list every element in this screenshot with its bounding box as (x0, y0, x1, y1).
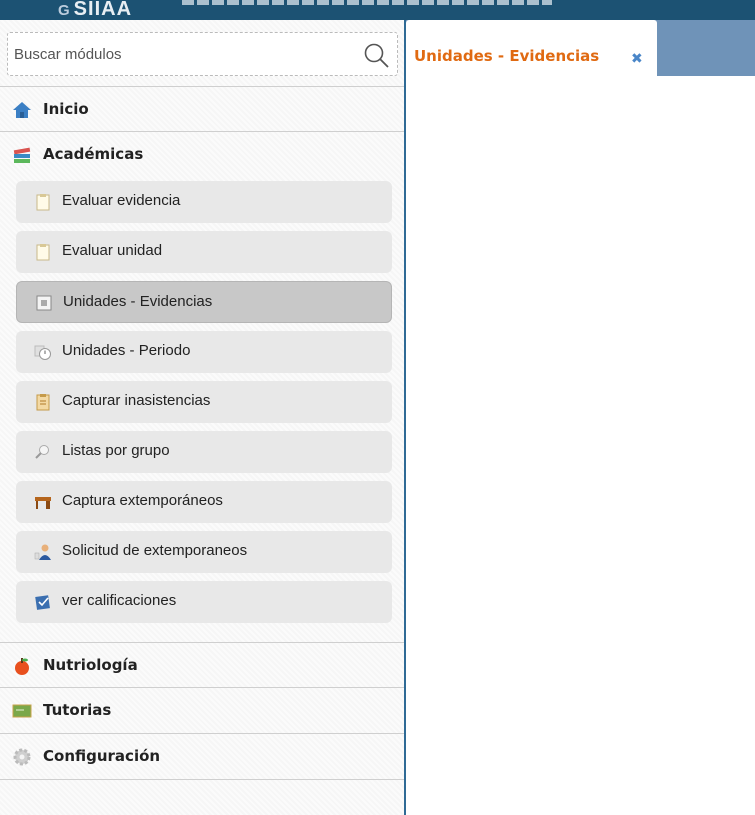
search-icon[interactable] (363, 42, 389, 68)
sidebar-section-tutorias[interactable]: Tutorias (0, 688, 404, 734)
sidebar-section-label: Configuración (43, 747, 161, 765)
sidebar-item-label: Unidades - Evidencias (63, 293, 213, 310)
sidebar-section-label: Tutorias (43, 701, 112, 719)
sidebar-item-unidades-periodo[interactable]: Unidades - Periodo (16, 331, 392, 373)
desk-icon (35, 497, 51, 509)
app-logo: G SIIAA (58, 0, 132, 20)
sidebar-item-label: Evaluar unidad (62, 242, 163, 259)
clock-icon (34, 345, 51, 360)
sidebar-section-configuracion[interactable]: Configuración (0, 734, 404, 780)
grades-icon (35, 595, 50, 610)
sidebar-item-captura-extemporaneos[interactable]: Captura extemporáneos (16, 481, 392, 523)
board-icon (12, 704, 32, 718)
tab-bar: Unidades - Evidencias ✖ (406, 20, 755, 76)
sidebar: Inicio Académicas Evaluar evidencia Eval… (0, 20, 406, 815)
sidebar-section-label: Nutriología (43, 656, 138, 674)
sidebar-section-nutriologia[interactable]: Nutriología (0, 642, 404, 688)
document-icon (36, 295, 52, 311)
sidebar-item-solicitud-extemporaneos[interactable]: Solicitud de extemporaneos (16, 531, 392, 573)
sidebar-section-academicas[interactable]: Académicas (0, 132, 404, 178)
sidebar-section-inicio[interactable]: Inicio (0, 86, 404, 132)
gear-icon (13, 748, 31, 766)
logo-mark: G (58, 2, 71, 19)
search-input[interactable] (14, 42, 354, 66)
sidebar-item-label: Unidades - Periodo (62, 342, 191, 359)
sidebar-item-evaluar-unidad[interactable]: Evaluar unidad (16, 231, 392, 273)
search-box[interactable] (7, 32, 398, 76)
sidebar-item-label: Capturar inasistencias (62, 392, 211, 409)
user-request-icon (34, 544, 51, 560)
clipboard-icon (36, 244, 50, 261)
sidebar-item-unidades-evidencias[interactable]: Unidades - Evidencias (16, 281, 392, 323)
sidebar-item-label: Solicitud de extemporaneos (62, 542, 248, 559)
sidebar-section-label: Inicio (43, 100, 89, 118)
clipboard-icon (36, 194, 50, 211)
sidebar-item-label: Listas por grupo (62, 442, 170, 459)
sidebar-item-label: Evaluar evidencia (62, 192, 181, 209)
clipboard-list-icon (36, 394, 50, 411)
sidebar-item-capturar-inasistencias[interactable]: Capturar inasistencias (16, 381, 392, 423)
sidebar-item-ver-calificaciones[interactable]: ver calificaciones (16, 581, 392, 623)
sidebar-item-evaluar-evidencia[interactable]: Evaluar evidencia (16, 181, 392, 223)
content-area (406, 76, 755, 815)
sidebar-item-listas-por-grupo[interactable]: Listas por grupo (16, 431, 392, 473)
home-icon (13, 102, 31, 118)
logo-text: SIIAA (73, 0, 133, 20)
books-icon (13, 147, 31, 163)
top-header: G SIIAA (0, 0, 755, 20)
close-icon[interactable]: ✖ (631, 51, 643, 67)
magnifier-icon (35, 445, 49, 459)
tab-label: Unidades - Evidencias (414, 47, 600, 65)
apple-icon (15, 658, 29, 675)
header-title-strip (182, 0, 552, 5)
sidebar-item-label: Captura extemporáneos (62, 492, 223, 509)
sidebar-section-label: Académicas (43, 145, 144, 163)
sidebar-item-label: ver calificaciones (62, 592, 177, 609)
tab-unidades-evidencias[interactable]: Unidades - Evidencias ✖ (406, 20, 657, 76)
